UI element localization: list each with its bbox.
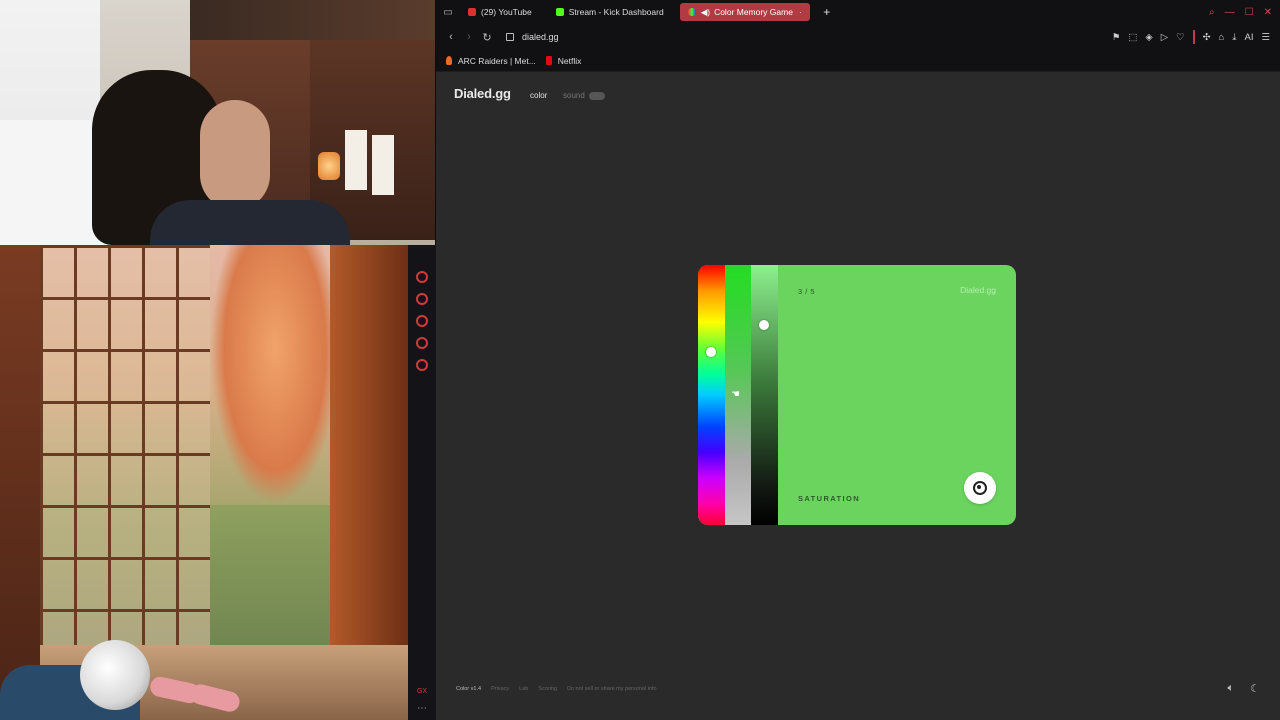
heart-icon[interactable]: ♡ <box>1176 32 1185 43</box>
browser-sidebar: GX ⋯ <box>408 245 436 720</box>
adblock-icon[interactable]: ◈ <box>1145 32 1152 43</box>
bookmark-netflix[interactable]: Netflix <box>545 55 582 66</box>
background-scene <box>0 245 408 720</box>
browser-toolbar: ⚑ ⬚ ◈ ▷ ♡ ✣ ⌂ ⤓ AI ☰ <box>1112 30 1280 44</box>
toolbar-divider <box>1192 30 1195 44</box>
bookmark-label: Netflix <box>557 55 582 66</box>
site-logo[interactable]: Dialed.gg <box>454 86 511 101</box>
submit-button[interactable] <box>964 472 996 504</box>
scene-ball <box>80 640 150 710</box>
history-icon[interactable] <box>416 315 428 327</box>
gx-label: GX <box>416 688 428 695</box>
bookmarks-bar: ARC Raiders | Met... Netflix <box>436 50 1280 72</box>
scene-garden <box>210 505 330 655</box>
target-icon <box>973 481 987 495</box>
back-icon[interactable]: ‹ <box>442 31 460 43</box>
minimize-icon[interactable]: — <box>1225 7 1235 18</box>
extensions-icon[interactable] <box>416 337 428 349</box>
brightness-handle[interactable] <box>759 320 769 330</box>
hue-slider[interactable] <box>698 265 725 525</box>
download-icon[interactable]: ⤓ <box>1232 32 1236 43</box>
tab-youtube[interactable]: (29) YouTube <box>460 3 540 21</box>
webcam-overlay <box>0 0 435 245</box>
tab-label: (29) YouTube <box>481 7 532 17</box>
tab-label: Stream - Kick Dashboard <box>568 7 664 17</box>
version-label: Color v1.4 <box>456 686 482 692</box>
hand-cursor-icon: ☚ <box>731 389 740 400</box>
round-counter: 3 / 5 <box>798 287 816 296</box>
page-content: Dialed.gg color sound · ☚ 3 / 5 Dialed.g… <box>436 72 1280 720</box>
ai-button[interactable]: AI <box>1244 32 1253 43</box>
streamer-face <box>200 100 270 210</box>
room-sign <box>345 130 367 190</box>
kick-icon <box>555 8 564 16</box>
tab-color-memory-game[interactable]: ◀) Color Memory Game · <box>679 3 810 21</box>
footer-controls: 🔈︎ ☾ <box>1228 682 1260 695</box>
footer-link-lab[interactable]: Lab <box>519 686 528 692</box>
reload-icon[interactable]: ↻ <box>478 31 496 44</box>
footer-link-privacy[interactable]: Privacy <box>491 686 509 692</box>
more-icon[interactable]: ⋯ <box>417 703 427 714</box>
player-icon[interactable]: ▷ <box>1161 32 1168 43</box>
bookmark-arc-raiders[interactable]: ARC Raiders | Met... <box>446 56 536 66</box>
speaker-icon[interactable]: ◀) <box>701 7 710 18</box>
netflix-icon <box>545 56 552 65</box>
settings-icon[interactable] <box>416 359 428 371</box>
maximize-icon[interactable]: ☐ <box>1245 7 1254 18</box>
tab-bar: ▭ (29) YouTube Stream - Kick Dashboard ◀… <box>436 0 1280 24</box>
hue-handle[interactable] <box>706 347 716 357</box>
browser-window: ▭ (29) YouTube Stream - Kick Dashboard ◀… <box>436 0 1280 720</box>
url-text: dialed.gg <box>522 32 559 42</box>
new-tab-button[interactable]: + <box>818 3 836 21</box>
footer-link-privacy-choices[interactable]: Do not sell or share my personal info <box>567 686 657 692</box>
room-sign-2 <box>372 135 394 195</box>
tab-menu-icon[interactable]: ▭ <box>436 0 460 24</box>
footer-link-scoring[interactable]: Scoring <box>538 686 557 692</box>
pin-icon[interactable] <box>416 293 428 305</box>
streamer-shirt <box>150 200 350 245</box>
forward-icon[interactable]: › <box>460 31 478 43</box>
close-icon[interactable]: ✕ <box>1264 7 1272 18</box>
youtube-icon <box>468 8 476 16</box>
stage-label: SATURATION <box>798 494 861 503</box>
color-picker-card: ☚ 3 / 5 Dialed.gg SATURATION <box>698 265 1016 525</box>
url-field[interactable]: dialed.gg <box>506 32 559 42</box>
sound-badge: · <box>589 92 605 100</box>
moon-icon[interactable]: ☾ <box>1250 682 1260 695</box>
dialed-icon <box>687 8 696 16</box>
tab-close-icon[interactable]: · <box>799 7 802 17</box>
mode-sound-link[interactable]: sound <box>563 91 585 100</box>
room-shelf <box>190 0 435 40</box>
profile-icon[interactable]: ⌂ <box>1219 32 1225 43</box>
screenshot-icon[interactable]: ⬚ <box>1128 32 1137 43</box>
arc-raiders-icon <box>446 56 452 65</box>
tab-label: Color Memory Game <box>714 7 793 17</box>
bookmark-icon[interactable]: ⚑ <box>1112 32 1121 43</box>
mode-color-link[interactable]: color <box>530 91 547 100</box>
scene-frame <box>0 245 40 720</box>
card-brand: Dialed.gg <box>960 285 996 295</box>
bookmark-label: ARC Raiders | Met... <box>458 55 536 66</box>
address-bar: ‹ › ↻ dialed.gg ⚑ ⬚ ◈ ▷ ♡ ✣ ⌂ ⤓ AI ☰ <box>436 24 1280 50</box>
search-icon[interactable]: ⌕ <box>1209 7 1215 18</box>
extensions-icon[interactable]: ✣ <box>1203 32 1211 43</box>
room-lamp <box>318 152 340 180</box>
lock-icon <box>506 33 514 41</box>
window-controls: ⌕ — ☐ ✕ <box>1209 7 1280 18</box>
scene-tree <box>210 245 340 505</box>
play-icon[interactable] <box>416 271 428 283</box>
menu-icon[interactable]: ☰ <box>1261 32 1270 43</box>
volume-icon[interactable]: 🔈︎ <box>1228 682 1235 695</box>
brightness-slider[interactable] <box>751 265 778 525</box>
tab-kick[interactable]: Stream - Kick Dashboard <box>548 3 672 21</box>
footer: Color v1.4 Privacy Lab Scoring Do not se… <box>456 686 657 692</box>
